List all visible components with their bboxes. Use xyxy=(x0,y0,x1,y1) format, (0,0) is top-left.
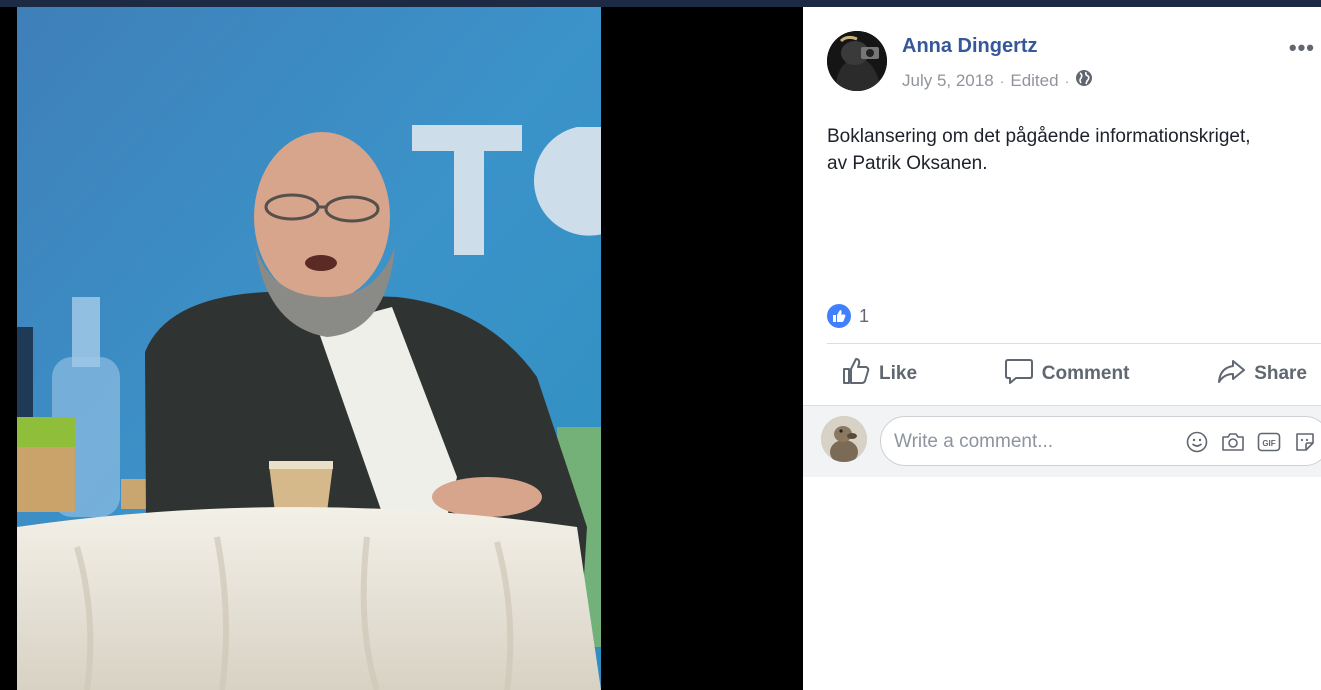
edited-label[interactable]: Edited xyxy=(1010,71,1058,91)
meta-separator: · xyxy=(1064,72,1070,89)
more-options-icon[interactable]: ••• xyxy=(1289,35,1315,61)
action-bar: Like Comment Share xyxy=(827,344,1321,404)
post-panel: Anna Dingertz July 5, 2018 · Edited · ••… xyxy=(803,7,1321,690)
thumbs-up-icon xyxy=(841,356,871,392)
comment-label: Comment xyxy=(1041,363,1130,384)
share-label: Share xyxy=(1254,363,1307,384)
like-button[interactable]: Like xyxy=(827,356,931,392)
post-date[interactable]: July 5, 2018 xyxy=(902,71,994,91)
meta-separator: · xyxy=(999,72,1005,89)
comment-bubble-icon xyxy=(1004,356,1034,392)
photo-viewer xyxy=(0,0,803,690)
like-label: Like xyxy=(879,363,918,384)
post-text-line: Boklansering om det pågående information… xyxy=(827,126,1251,147)
top-strip-right xyxy=(803,0,1321,7)
camera-icon[interactable] xyxy=(1221,430,1245,454)
share-arrow-icon xyxy=(1216,356,1246,392)
comment-button[interactable]: Comment xyxy=(990,356,1144,392)
sticker-icon[interactable] xyxy=(1293,430,1317,454)
photo-illustration xyxy=(17,7,601,690)
comment-tools: GIF xyxy=(1185,430,1317,454)
post-text: Boklansering om det pågående information… xyxy=(827,123,1307,177)
post-text-line: av Patrik Oksanen. xyxy=(827,153,988,174)
top-strip xyxy=(0,0,803,7)
comment-composer: Write a comment... GIF xyxy=(803,405,1321,477)
emoji-icon[interactable] xyxy=(1185,430,1209,454)
comment-placeholder: Write a comment... xyxy=(894,431,1054,452)
globe-icon[interactable] xyxy=(1075,69,1093,92)
like-reaction-icon xyxy=(827,304,851,328)
author-avatar[interactable] xyxy=(827,31,887,91)
author-name[interactable]: Anna Dingertz xyxy=(902,35,1038,58)
comment-input[interactable]: Write a comment... GIF xyxy=(880,416,1321,466)
post-meta: July 5, 2018 · Edited · xyxy=(902,69,1093,92)
gif-icon[interactable]: GIF xyxy=(1257,430,1281,454)
post-photo[interactable] xyxy=(17,7,601,690)
share-button[interactable]: Share xyxy=(1202,356,1321,392)
viewer-avatar[interactable] xyxy=(821,416,867,462)
like-count[interactable]: 1 xyxy=(859,306,869,327)
svg-text:GIF: GIF xyxy=(1262,439,1275,448)
reaction-summary[interactable]: 1 xyxy=(827,304,869,328)
